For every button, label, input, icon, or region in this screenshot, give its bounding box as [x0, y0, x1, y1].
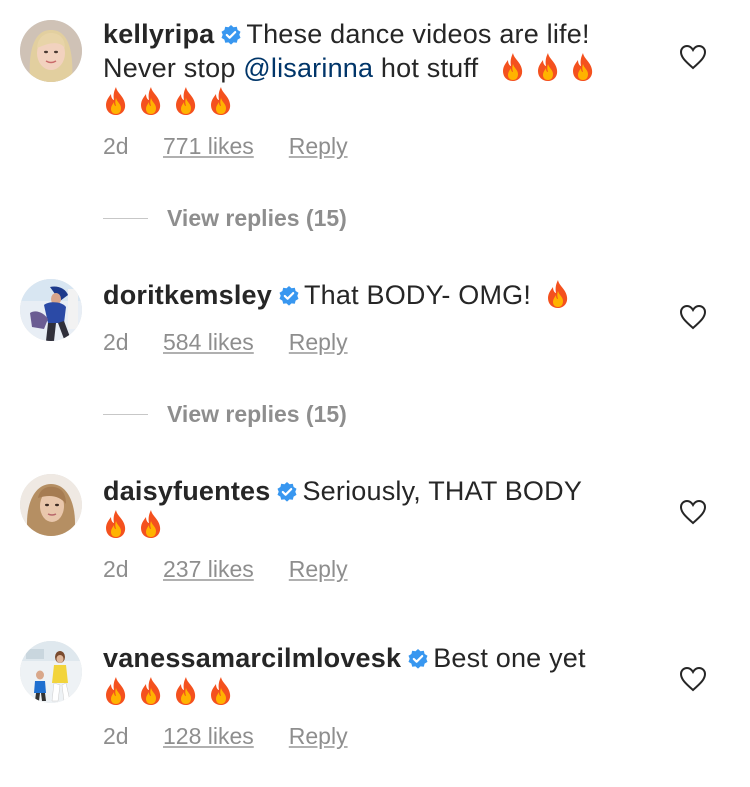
timestamp: 2d	[103, 133, 129, 159]
fire-icon	[545, 279, 571, 309]
verified-badge-icon	[276, 481, 298, 503]
verified-badge-icon	[220, 24, 242, 46]
likes-count-link[interactable]: 128 likes	[163, 723, 254, 750]
timestamp: 2d	[103, 329, 129, 355]
comment-meta: 2d 128 likes Reply	[103, 723, 348, 750]
likes-count-link[interactable]: 771 likes	[163, 133, 254, 160]
comment-text: Best one yet	[433, 643, 586, 673]
reply-button[interactable]: Reply	[289, 556, 348, 583]
divider-line	[103, 414, 148, 415]
fire-icon	[103, 86, 129, 116]
like-heart-icon[interactable]	[679, 499, 707, 525]
fire-icon	[103, 676, 129, 706]
comment-text: Seriously, THAT BODY	[302, 476, 583, 506]
fire-icon	[173, 86, 199, 116]
fire-icon	[570, 52, 596, 82]
username[interactable]: vanessamarcilmlovesk	[103, 643, 401, 673]
fire-icon	[208, 676, 234, 706]
verified-badge-icon	[278, 285, 300, 307]
fire-icon	[138, 509, 164, 539]
avatar[interactable]	[20, 474, 82, 536]
comment-meta: 2d 237 likes Reply	[103, 556, 348, 583]
comment-body: vanessamarcilmlovesk Best one yet	[103, 641, 643, 709]
comment-text: Never stop	[103, 53, 244, 83]
username[interactable]: daisyfuentes	[103, 476, 270, 506]
reply-button[interactable]: Reply	[289, 723, 348, 750]
view-replies-label: View replies (15)	[167, 401, 347, 427]
fire-icon	[138, 676, 164, 706]
comment-body: kellyripa These dance videos are life! Ne…	[103, 17, 643, 119]
fire-icon	[173, 676, 199, 706]
reply-button[interactable]: Reply	[289, 329, 348, 356]
view-replies-button[interactable]: View replies (15)	[103, 401, 347, 428]
view-replies-label: View replies (15)	[167, 205, 347, 231]
avatar[interactable]	[20, 20, 82, 82]
fire-icon	[535, 52, 561, 82]
comment-text: These dance videos are life!	[246, 19, 590, 49]
fire-icon	[500, 52, 526, 82]
likes-count-link[interactable]: 584 likes	[163, 329, 254, 356]
fire-icon	[138, 86, 164, 116]
divider-line	[103, 218, 148, 219]
username[interactable]: kellyripa	[103, 19, 214, 49]
verified-badge-icon	[407, 648, 429, 670]
view-replies-button[interactable]: View replies (15)	[103, 205, 347, 232]
comment-meta: 2d 584 likes Reply	[103, 329, 348, 356]
like-heart-icon[interactable]	[679, 44, 707, 70]
likes-count-link[interactable]: 237 likes	[163, 556, 254, 583]
reply-button[interactable]: Reply	[289, 133, 348, 160]
avatar[interactable]	[20, 279, 82, 341]
timestamp: 2d	[103, 556, 129, 582]
timestamp: 2d	[103, 723, 129, 749]
fire-icon	[103, 509, 129, 539]
comment-meta: 2d 771 likes Reply	[103, 133, 348, 160]
mention-link[interactable]: @lisarinna	[243, 53, 373, 83]
username[interactable]: doritkemsley	[103, 280, 272, 310]
comment-body: doritkemsley That BODY- OMG!	[103, 278, 643, 312]
fire-icon	[208, 86, 234, 116]
comment-text: That BODY- OMG!	[303, 280, 532, 310]
like-heart-icon[interactable]	[679, 304, 707, 330]
comment-body: daisyfuentes Seriously, THAT BODY	[103, 474, 643, 542]
avatar[interactable]	[20, 641, 82, 703]
like-heart-icon[interactable]	[679, 666, 707, 692]
comment-text: hot stuff	[373, 53, 479, 83]
